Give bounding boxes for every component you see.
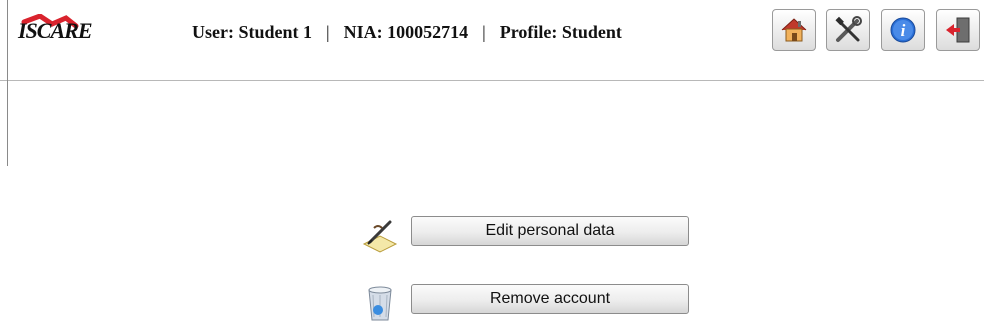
app-logo: ISCARE (18, 14, 118, 54)
settings-button[interactable] (826, 9, 870, 51)
separator: | (326, 22, 330, 42)
user-name: User: Student 1 (192, 22, 312, 42)
logo-text: ISCARE (18, 18, 92, 43)
left-divider (7, 0, 8, 166)
logout-icon (946, 17, 970, 43)
edit-pen-icon (362, 220, 398, 253)
home-icon (781, 18, 807, 42)
tools-icon (835, 16, 862, 42)
logout-button[interactable] (936, 9, 980, 51)
profile-type: Profile: Student (499, 22, 622, 42)
user-info: User: Student 1 | NIA: 100052714 | Profile: … (192, 22, 622, 46)
edit-personal-data-button[interactable]: Edit personal data (411, 216, 689, 246)
home-button[interactable] (772, 9, 816, 51)
svg-text:i: i (901, 21, 906, 40)
separator: | (482, 22, 486, 42)
header-bar: ISCARE User: Student 1 | NIA: 100052714 | Pr… (0, 0, 984, 166)
remove-account-button[interactable]: Remove account (411, 284, 689, 314)
info-button[interactable]: i (881, 9, 925, 51)
recycle-bin-icon (368, 286, 392, 321)
info-icon: i (890, 17, 916, 43)
nia-number: NIA: 100052714 (343, 22, 469, 42)
